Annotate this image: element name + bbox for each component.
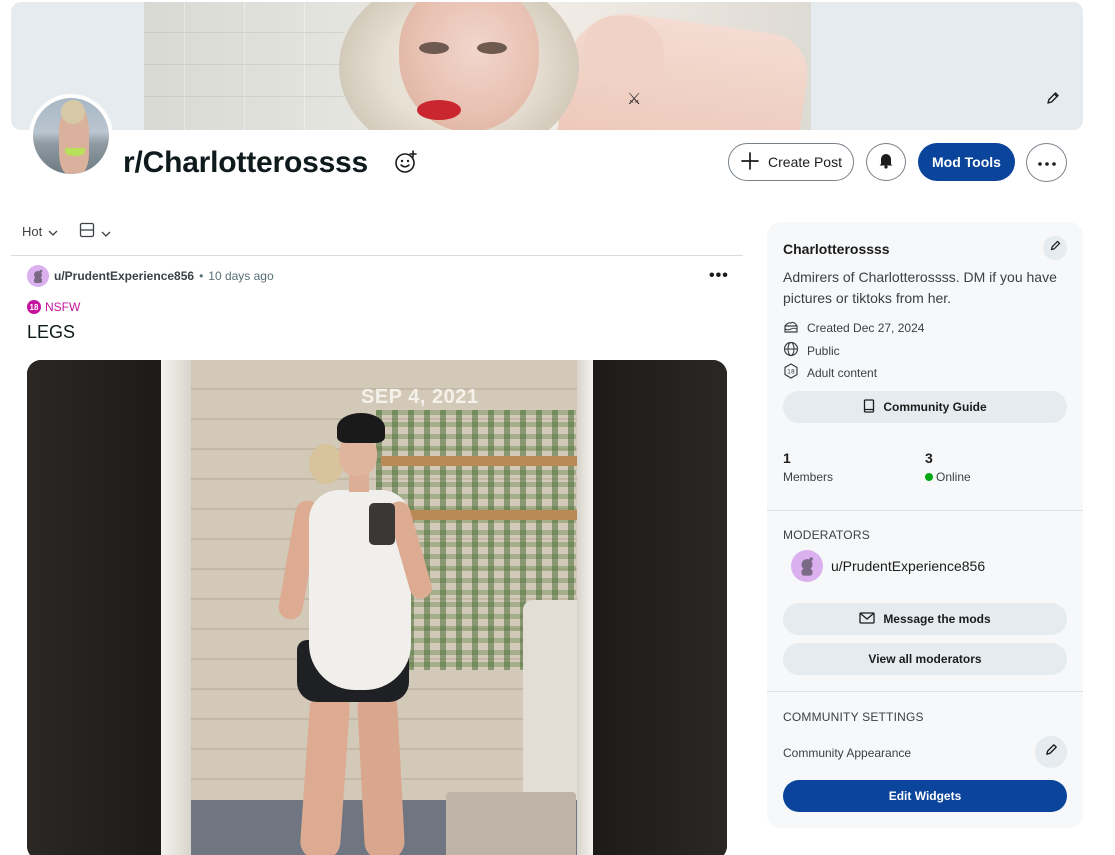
view-all-moderators-button[interactable]: View all moderators (783, 643, 1067, 675)
post-title[interactable]: LEGS (27, 322, 75, 343)
online-dot-icon (925, 473, 933, 481)
created-info: Created Dec 27, 2024 (783, 319, 924, 336)
bell-icon (877, 151, 895, 174)
meta-separator: • (199, 269, 204, 283)
chevron-down-icon (101, 224, 111, 242)
post-timestamp: 10 days ago (208, 269, 274, 283)
pencil-icon (1049, 239, 1062, 257)
community-name: Charlotterossss (783, 241, 890, 257)
moderator-name: u/PrudentExperience856 (831, 558, 986, 574)
sort-dropdown[interactable]: Hot (22, 224, 58, 239)
edit-description-button[interactable] (1043, 236, 1067, 260)
post-overflow-menu[interactable]: ••• (709, 267, 729, 285)
create-post-button[interactable]: Create Post (728, 143, 854, 181)
card-view-icon (79, 222, 95, 243)
online-stat: 3 Online (925, 450, 971, 484)
members-stat: 1 Members (783, 450, 833, 484)
community-settings-heading: COMMUNITY SETTINGS (783, 710, 924, 724)
community-sidebar: Charlotterossss Admirers of Charlotteros… (767, 222, 1083, 828)
edit-banner-button[interactable] (1041, 88, 1065, 112)
moderators-heading: MODERATORS (783, 528, 870, 542)
nsfw-18-icon: 18 (27, 300, 41, 314)
post-meta: u/PrudentExperience856 • 10 days ago (27, 265, 274, 287)
visibility-info: Public (783, 341, 840, 360)
ellipsis-icon (1037, 154, 1057, 172)
online-label: Online (936, 470, 971, 484)
adult-content-label: Adult content (807, 365, 878, 380)
svg-text:18: 18 (787, 369, 795, 376)
banner-image: ⚔ (144, 2, 811, 130)
community-guide-label: Community Guide (883, 400, 987, 414)
view-dropdown[interactable] (79, 222, 111, 243)
subreddit-title: r/Charlotterossss (123, 146, 369, 179)
post-author-link[interactable]: u/PrudentExperience856 (54, 269, 194, 283)
message-mods-button[interactable]: Message the mods (783, 603, 1067, 635)
author-avatar[interactable] (27, 265, 49, 287)
chevron-down-icon (48, 224, 58, 239)
nsfw-18-icon: 18 (783, 363, 799, 382)
message-mods-label: Message the mods (883, 612, 991, 626)
community-avatar[interactable] (29, 94, 113, 178)
sort-label: Hot (22, 224, 43, 239)
post-image: SEP 4, 2021 (161, 360, 593, 855)
community-guide-button[interactable]: Community Guide (783, 391, 1067, 423)
mod-tools-button[interactable]: Mod Tools (918, 143, 1015, 181)
sidebar-divider (767, 510, 1083, 511)
cake-icon (783, 319, 799, 336)
online-count: 3 (925, 450, 933, 466)
edit-appearance-button[interactable] (1035, 736, 1067, 768)
community-banner: ⚔ (11, 2, 1083, 130)
pencil-icon (1045, 90, 1061, 111)
adult-content-info: 18 Adult content (783, 363, 877, 382)
mail-icon (859, 611, 875, 627)
plus-icon (740, 151, 760, 174)
post-card[interactable]: u/PrudentExperience856 • 10 days ago •••… (11, 262, 743, 855)
nsfw-label: NSFW (45, 300, 81, 314)
post-media[interactable]: SEP 4, 2021 (27, 360, 727, 855)
image-date-caption: SEP 4, 2021 (361, 386, 479, 408)
visibility-label: Public (807, 343, 840, 358)
create-post-label: Create Post (768, 154, 842, 170)
sidebar-divider (767, 691, 1083, 692)
feed-sort-bar: Hot (11, 218, 743, 256)
edit-widgets-button[interactable]: Edit Widgets (783, 780, 1067, 812)
smiley-add-icon[interactable] (393, 149, 419, 175)
moderator-item[interactable]: u/PrudentExperience856 (791, 550, 985, 582)
pencil-icon (1044, 742, 1059, 762)
book-icon (863, 398, 875, 416)
moderator-avatar (791, 550, 823, 582)
members-label: Members (783, 470, 834, 484)
community-appearance-label: Community Appearance (783, 746, 912, 760)
community-description: Admirers of Charlotterossss. DM if you h… (783, 269, 1057, 306)
nsfw-tag: 18 NSFW (27, 300, 80, 314)
notifications-button[interactable] (866, 143, 906, 181)
globe-icon (783, 341, 799, 360)
members-count: 1 (783, 450, 791, 466)
created-label: Created Dec 27, 2024 (807, 320, 925, 335)
more-options-button[interactable] (1026, 143, 1067, 182)
